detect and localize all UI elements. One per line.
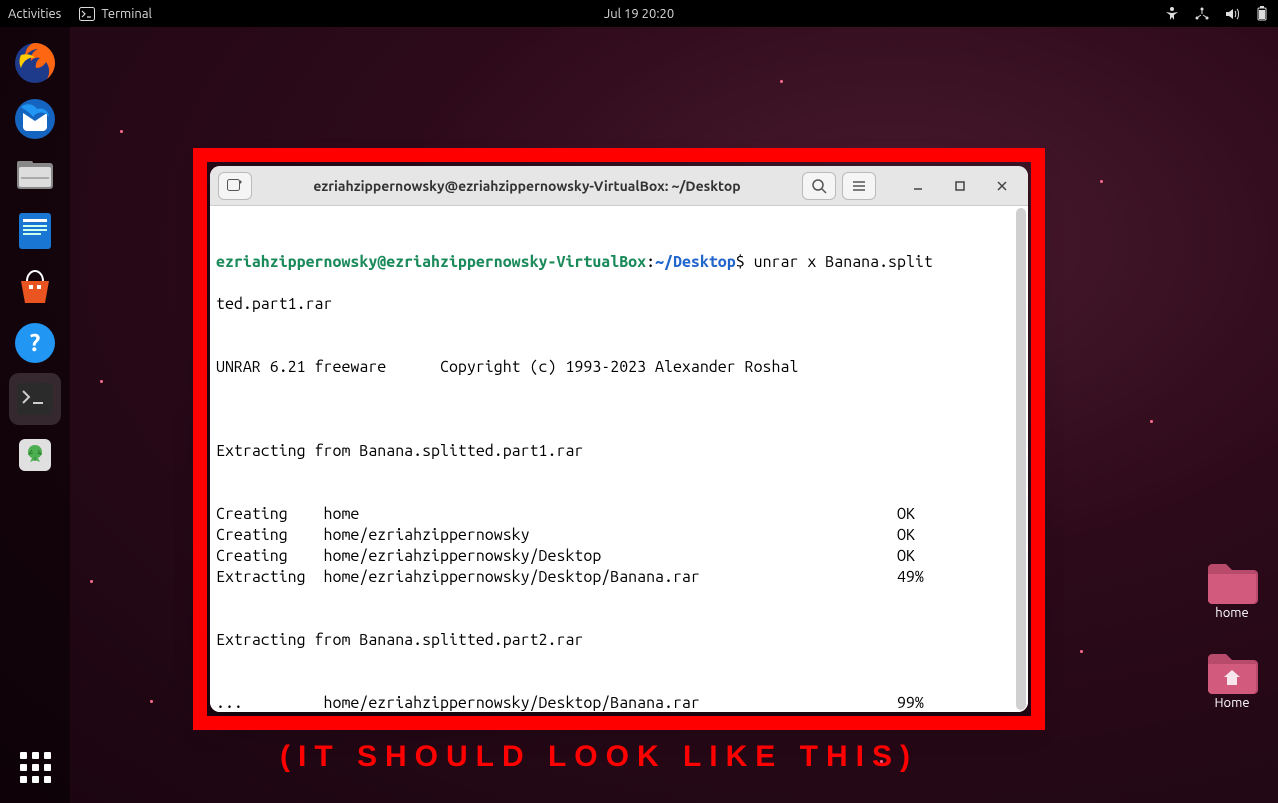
battery-icon[interactable] [1254, 6, 1270, 22]
maximize-icon [954, 180, 966, 192]
terminal-line: Extracting from Banana.splitted.part1.ra… [216, 441, 1022, 462]
dock-help[interactable]: ? [9, 317, 61, 369]
accessibility-icon[interactable] [1164, 6, 1180, 22]
dock-software[interactable] [9, 261, 61, 313]
terminal-icon [79, 7, 95, 21]
hamburger-icon [851, 178, 867, 194]
search-button[interactable] [802, 172, 836, 200]
desktop-icons: home Home [1206, 560, 1258, 710]
dock-apps-grid[interactable] [9, 741, 61, 793]
dock-thunderbird[interactable] [9, 93, 61, 145]
apps-grid-icon [20, 752, 51, 783]
desktop-folder-home-lower[interactable]: home [1206, 560, 1258, 620]
network-icon[interactable] [1194, 6, 1210, 22]
window-title: ezriahzippernowsky@ezriahzippernowsky-Vi… [258, 178, 796, 194]
terminal-line: ted.part1.rar [216, 294, 1022, 315]
dock-trash[interactable] [9, 429, 61, 481]
files-icon [13, 153, 57, 197]
new-tab-button[interactable] [218, 172, 252, 200]
terminal-titlebar[interactable]: ezriahzippernowsky@ezriahzippernowsky-Vi… [210, 166, 1028, 206]
top-bar: Activities Terminal Jul 19 20:20 [0, 0, 1278, 27]
folder-icon [1206, 560, 1258, 606]
thunderbird-icon [13, 97, 57, 141]
close-button[interactable] [984, 172, 1020, 200]
terminal-app-icon [13, 377, 57, 421]
minimize-icon [912, 180, 924, 192]
minimize-button[interactable] [900, 172, 936, 200]
dock-files[interactable] [9, 149, 61, 201]
terminal-line: ezriahzippernowsky@ezriahzippernowsky-Vi… [216, 252, 1022, 273]
terminal-line: UNRAR 6.21 freeware Copyright (c) 1993-2… [216, 357, 1022, 378]
maximize-button[interactable] [942, 172, 978, 200]
terminal-line: Extracting home/ezriahzippernowsky/Deskt… [216, 567, 1022, 588]
terminal-line: ... home/ezriahzippernowsky/Desktop/Bana… [216, 693, 1022, 712]
clock[interactable]: Jul 19 20:20 [604, 7, 674, 21]
terminal-line: Creating home OK [216, 504, 1022, 525]
home-folder-icon [1206, 650, 1258, 696]
writer-icon [13, 209, 57, 253]
annotation-caption: (IT SHOULD LOOK LIKE THIS) [280, 740, 918, 774]
dock: ? [0, 27, 70, 803]
active-app-indicator[interactable]: Terminal [79, 7, 152, 21]
terminal-body[interactable]: ezriahzippernowsky@ezriahzippernowsky-Vi… [210, 206, 1028, 712]
software-icon [13, 265, 57, 309]
new-tab-icon [227, 179, 243, 193]
desktop-folder-home-upper[interactable]: Home [1206, 650, 1258, 710]
dock-terminal[interactable] [9, 373, 61, 425]
desktop-label: Home [1214, 696, 1249, 710]
dock-writer[interactable] [9, 205, 61, 257]
search-icon [811, 178, 827, 194]
help-icon: ? [13, 321, 57, 365]
active-app-name: Terminal [101, 7, 152, 21]
terminal-line: Creating home/ezriahzippernowsky/Desktop… [216, 546, 1022, 567]
dock-firefox[interactable] [9, 37, 61, 89]
menu-button[interactable] [842, 172, 876, 200]
terminal-window: ezriahzippernowsky@ezriahzippernowsky-Vi… [210, 166, 1028, 712]
firefox-icon [13, 41, 57, 85]
svg-text:?: ? [30, 329, 41, 356]
volume-icon[interactable] [1224, 6, 1240, 22]
terminal-line: Extracting from Banana.splitted.part2.ra… [216, 630, 1022, 651]
terminal-line: Creating home/ezriahzippernowsky OK [216, 525, 1022, 546]
trash-icon [13, 433, 57, 477]
activities-button[interactable]: Activities [8, 7, 61, 21]
desktop-label: home [1215, 606, 1248, 620]
close-icon [996, 180, 1008, 192]
scrollbar[interactable] [1016, 208, 1026, 710]
